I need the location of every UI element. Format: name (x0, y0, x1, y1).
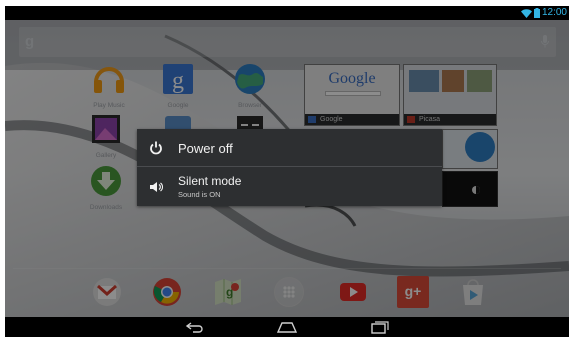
android-screen: 12:00 g Play Music g Google Browser Gall… (5, 6, 569, 337)
recents-icon[interactable] (364, 320, 394, 334)
home-icon[interactable] (272, 320, 302, 334)
status-bar: 12:00 (5, 6, 569, 20)
silent-mode-option[interactable]: Silent mode Sound is ON (137, 168, 442, 206)
power-icon (150, 141, 162, 155)
clock: 12:00 (541, 7, 567, 18)
battery-icon (533, 8, 540, 18)
silent-mode-status: Sound is ON (178, 190, 221, 199)
speaker-icon (150, 182, 163, 192)
silent-mode-label: Silent mode (178, 174, 242, 188)
navigation-bar (5, 317, 569, 337)
power-options-dialog: Power off Silent mode Sound is ON (137, 129, 442, 206)
power-off-option[interactable]: Power off (137, 129, 442, 167)
back-icon[interactable] (181, 320, 211, 334)
wifi-icon (520, 8, 532, 18)
power-off-label: Power off (178, 141, 233, 156)
